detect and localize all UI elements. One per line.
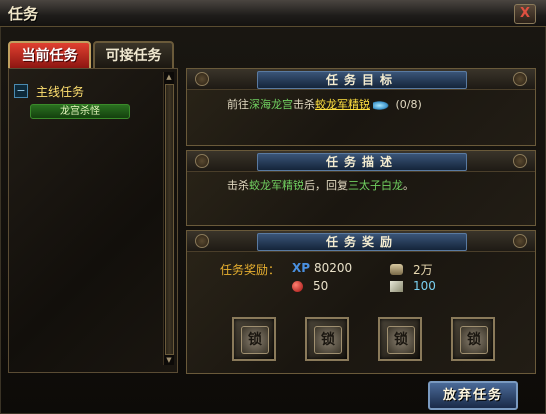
- reward-item-slot[interactable]: 锁: [305, 317, 349, 361]
- objective-text: 前往深海龙宫击杀蛟龙军精锐 (0/8): [227, 96, 422, 112]
- description-npc: 三太子白龙: [348, 179, 403, 192]
- ornament-icon: [513, 154, 527, 168]
- xp-icon: XP: [292, 261, 311, 275]
- description-section: 任务描述 击杀蛟龙军精锐后，回复三太子白龙。: [186, 150, 536, 226]
- close-button[interactable]: X: [514, 4, 536, 24]
- ornament-icon: [513, 72, 527, 86]
- rewards-title: 任务奖励: [257, 233, 467, 251]
- locked-item-icon: 锁: [241, 326, 269, 354]
- window-title: 任务: [8, 5, 39, 23]
- description-target: 蛟龙军精锐: [249, 179, 304, 192]
- description-title: 任务描述: [257, 153, 467, 171]
- locked-item-icon: 锁: [314, 326, 342, 354]
- description-header: 任务描述: [187, 151, 535, 172]
- tab-available-quests[interactable]: 可接任务: [93, 41, 174, 71]
- objective-progress: (0/8): [395, 98, 422, 111]
- ornament-icon: [513, 234, 527, 248]
- gift-value: 100: [413, 279, 436, 293]
- ornament-icon: [195, 154, 209, 168]
- money-reward: 2万: [390, 261, 433, 278]
- xp-value: 80200: [314, 261, 353, 275]
- description-part: 后，回复: [304, 179, 348, 192]
- objective-location-link[interactable]: 深海龙宫: [249, 98, 293, 111]
- description-part: 。: [403, 179, 414, 192]
- reward-item-slot[interactable]: 锁: [451, 317, 495, 361]
- title-bar[interactable]: 任务 X: [0, 0, 546, 27]
- quest-list-item[interactable]: 龙宫杀怪: [30, 104, 130, 119]
- objective-header: 任务目标: [187, 69, 535, 90]
- scroll-down-icon[interactable]: ▼: [164, 355, 174, 365]
- objective-section: 任务目标 前往深海龙宫击杀蛟龙军精锐 (0/8): [186, 68, 536, 146]
- ornament-icon: [195, 72, 209, 86]
- description-part: 击杀: [227, 179, 249, 192]
- xp-reward: XP 80200: [292, 261, 352, 275]
- fly-to-icon[interactable]: [373, 100, 389, 110]
- money-bag-icon: [390, 264, 403, 275]
- gift-icon: [390, 280, 403, 292]
- rewards-header: 任务奖励: [187, 231, 535, 252]
- objective-prefix: 前往: [227, 98, 249, 111]
- description-text: 击杀蛟龙军精锐后，回复三太子白龙。: [227, 177, 414, 193]
- rewards-label: 任务奖励：: [220, 263, 281, 277]
- collapse-icon[interactable]: −: [14, 84, 28, 98]
- objective-target-link[interactable]: 蛟龙军精锐: [315, 98, 370, 111]
- tab-current-quests[interactable]: 当前任务: [8, 41, 91, 71]
- money-value: 2万: [413, 263, 433, 277]
- quest-category-label: 主线任务: [36, 84, 85, 99]
- quest-category-main[interactable]: − 主线任务: [14, 82, 160, 100]
- red-orb-icon: [292, 280, 303, 292]
- scroll-thumb[interactable]: [165, 84, 174, 355]
- scroll-up-icon[interactable]: ▲: [164, 72, 174, 82]
- gift-reward: 100: [390, 279, 436, 293]
- locked-item-icon: 锁: [460, 326, 488, 354]
- abandon-quest-button[interactable]: 放弃任务: [428, 381, 518, 410]
- locked-item-icon: 锁: [387, 326, 415, 354]
- ornament-icon: [195, 234, 209, 248]
- orb-value: 50: [313, 279, 329, 293]
- orb-reward: 50: [292, 279, 328, 293]
- quest-list-scrollbar[interactable]: ▲ ▼: [163, 72, 174, 365]
- objective-action: 击杀: [293, 98, 315, 111]
- reward-item-slot[interactable]: 锁: [232, 317, 276, 361]
- objective-title: 任务目标: [257, 71, 467, 89]
- reward-item-slot[interactable]: 锁: [378, 317, 422, 361]
